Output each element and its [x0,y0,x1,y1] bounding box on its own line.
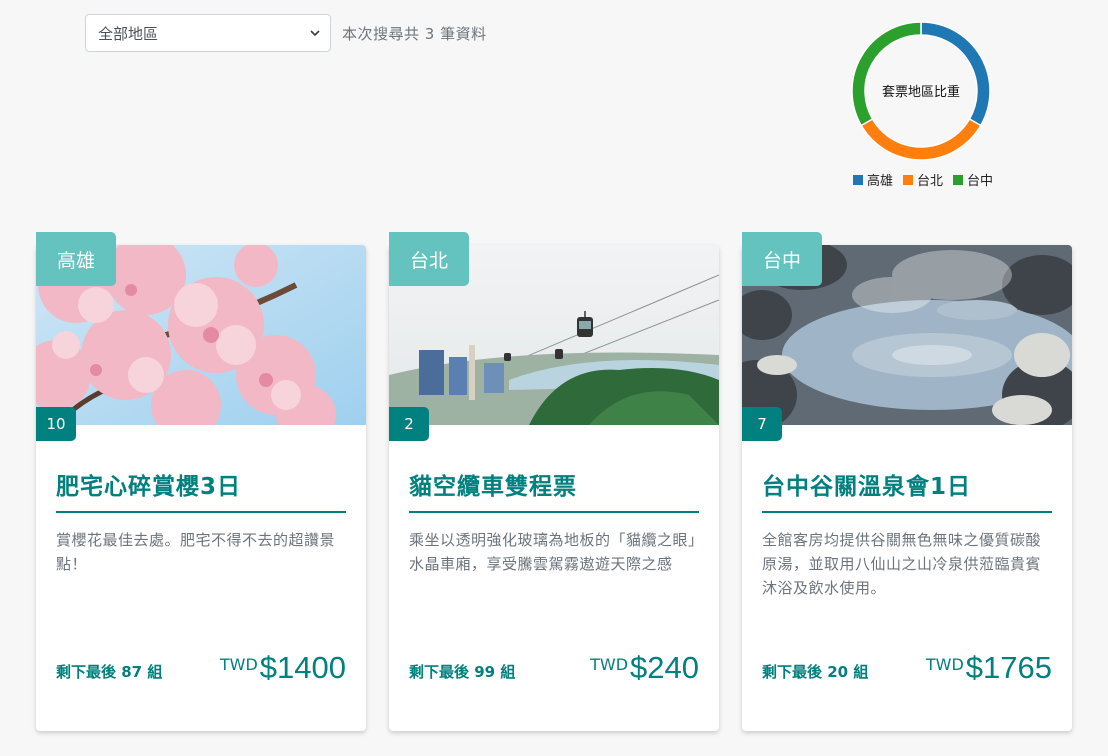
region-select[interactable]: 全部地區 [85,14,331,52]
card-title[interactable]: 台中谷關溫泉會1日 [762,467,1052,513]
price-amount: $1400 [259,650,346,685]
chevron-down-icon [310,28,320,38]
price-currency: TWD [590,655,629,674]
region-select-value: 全部地區 [98,24,159,43]
legend-swatch [953,174,963,185]
legend-swatch [852,174,863,185]
ticket-card[interactable]: 高雄 10 肥宅心碎賞櫻3日 賞櫻花最佳去處。肥宅不得不去的超讚景點！ 剩下最後… [36,232,366,731]
ticket-card[interactable]: 台北 2 貓空纜車雙程票 乘坐以透明強化玻璃為地板的「貓纜之眼」水晶車廂，享受騰… [389,232,719,731]
price-currency: TWD [925,655,964,674]
price-amount: $240 [630,650,699,685]
region-donut-chart: 套票地區比重 高雄 台北 台中 [840,16,1005,196]
region-tag: 高雄 [36,232,116,286]
card-title[interactable]: 貓空纜車雙程票 [409,467,699,513]
ticket-list-page: 全部地區 本次搜尋共 3 筆資料 套票地區比重 高雄 台北 台中 高雄 10 肥… [0,0,1108,756]
rank-badge: 10 [36,407,76,441]
rank-badge: 2 [389,407,429,441]
search-result-count: 本次搜尋共 3 筆資料 [342,25,487,43]
legend-label: 台中 [967,174,994,189]
chart-title: 套票地區比重 [882,84,960,100]
region-tag: 台北 [389,232,469,286]
card-description: 賞櫻花最佳去處。肥宅不得不去的超讚景點！ [56,531,336,573]
price-currency: TWD [219,655,258,674]
legend-item-高雄[interactable]: 高雄 [852,170,893,189]
card-description: 乘坐以透明強化玻璃為地板的「貓纜之眼」水晶車廂，享受騰雲駕霧遨遊天際之感 [409,531,697,573]
price: TWD $240 [590,650,699,686]
price-amount: $1765 [965,650,1052,685]
donut-slice-台中[interactable] [851,21,922,127]
legend-swatch [902,174,913,185]
region-tag: 台中 [742,232,822,286]
legend-item-台中[interactable]: 台中 [953,170,993,189]
donut-slice-台北[interactable] [860,117,982,161]
stock-remaining: 剩下最後 20 組 [762,663,869,681]
rank-badge: 7 [742,407,782,441]
card-description: 全館客房均提供谷關無色無味之優質碳酸原湯，並取用八仙山之山冷泉供蒞臨貴賓沐浴及飲… [762,531,1042,597]
legend-label: 台北 [916,174,943,189]
legend-item-台北[interactable]: 台北 [902,170,943,189]
donut-svg: 套票地區比重 [851,21,991,161]
legend-label: 高雄 [866,174,893,189]
donut-slice-高雄[interactable] [920,21,991,127]
stock-remaining: 剩下最後 99 組 [409,663,516,681]
price: TWD $1765 [926,650,1052,686]
card-title[interactable]: 肥宅心碎賞櫻3日 [56,467,346,513]
stock-remaining: 剩下最後 87 組 [56,663,163,681]
chart-legend: 高雄 台北 台中 [843,170,1003,189]
ticket-card[interactable]: 台中 7 台中谷關溫泉會1日 全館客房均提供谷關無色無味之優質碳酸原湯，並取用八… [742,232,1072,731]
price: TWD $1400 [220,650,346,686]
